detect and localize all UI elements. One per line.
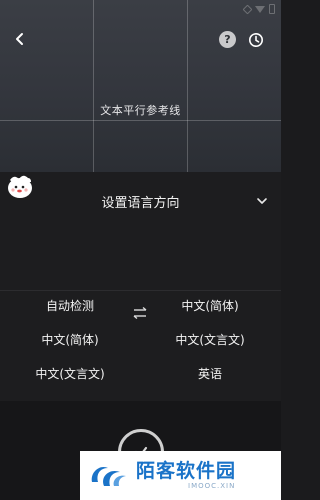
swap-arrows-icon — [133, 306, 147, 320]
language-panel-blank-area — [0, 227, 281, 290]
language-option-auto-detect[interactable]: 自动检测 — [20, 290, 120, 320]
language-panel: 设置语言方向 自动检测 中文(简体) 中文(简体) 中文(文言文) 中文(文言文… — [0, 172, 281, 401]
camera-preview: ? 文本平行参考线 — [0, 0, 281, 172]
language-option-chinese-simplified[interactable]: 中文(简体) — [20, 324, 120, 354]
watermark-logo — [91, 466, 126, 486]
collapse-button[interactable] — [255, 193, 269, 207]
language-option-english[interactable]: 英语 — [160, 358, 260, 388]
language-option-chinese-simplified-target[interactable]: 中文(简体) — [160, 290, 260, 320]
help-button[interactable]: ? — [219, 31, 236, 48]
help-icon: ? — [224, 33, 231, 46]
swap-languages-button[interactable] — [130, 305, 150, 320]
clock-icon — [249, 33, 263, 47]
language-panel-header: 设置语言方向 — [0, 172, 281, 227]
status-bar — [161, 0, 281, 18]
language-option-classical-chinese-alt[interactable]: 中文(文言文) — [20, 358, 120, 388]
wifi-icon — [255, 5, 265, 13]
grid-line-vertical — [187, 0, 188, 172]
chevron-down-icon — [257, 198, 267, 204]
watermark: 陌客软件园 IMOOC.XIN — [80, 451, 281, 500]
watermark-subtitle: IMOOC.XIN — [188, 482, 236, 490]
language-option-classical-chinese[interactable]: 中文(文言文) — [160, 324, 260, 354]
watermark-title: 陌客软件园 — [136, 460, 237, 482]
back-arrow-icon — [16, 33, 23, 45]
history-button[interactable] — [246, 30, 266, 50]
grid-line-horizontal — [0, 120, 281, 121]
language-options: 自动检测 中文(简体) 中文(简体) 中文(文言文) 中文(文言文) 英语 — [0, 290, 281, 401]
battery-icon — [269, 4, 275, 14]
back-button[interactable] — [9, 28, 31, 50]
guide-line-label: 文本平行参考线 — [100, 104, 181, 117]
grid-line-vertical — [93, 0, 94, 172]
status-icon — [242, 4, 253, 14]
panel-title: 设置语言方向 — [101, 196, 180, 211]
